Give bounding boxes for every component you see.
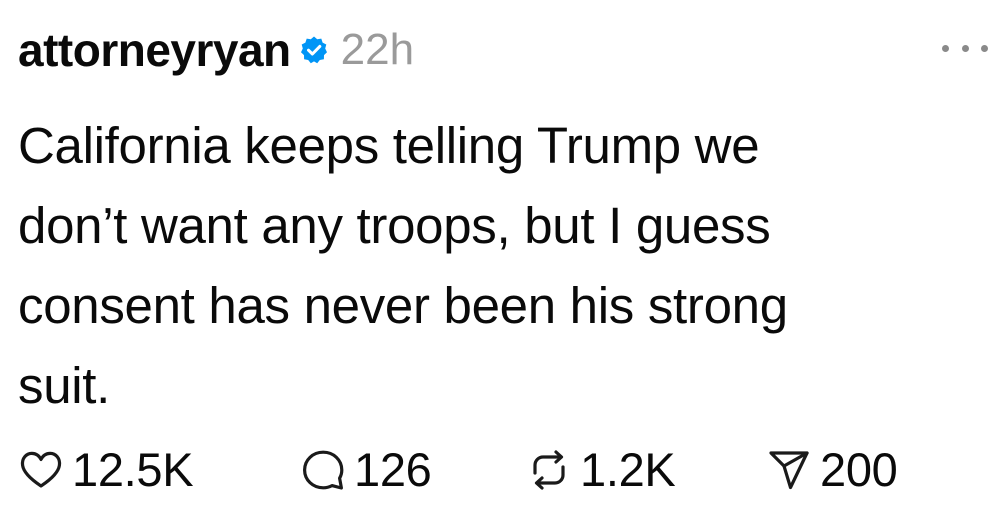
comment-icon [300, 447, 346, 493]
send-icon [766, 447, 812, 493]
more-options-button[interactable] [942, 36, 988, 60]
repost-button[interactable]: 1.2K [526, 438, 676, 502]
reply-button[interactable]: 126 [300, 438, 432, 502]
share-button[interactable]: 200 [766, 438, 898, 502]
repost-count: 1.2K [580, 443, 676, 496]
username[interactable]: attorneyryan [18, 22, 291, 78]
post-text-line: California keeps telling Trump we [18, 117, 760, 174]
like-button[interactable]: 12.5K [18, 438, 194, 502]
post-actions-bar: 12.5K 126 1.2K 200 [18, 438, 978, 502]
post-text-line: don’t want any troops, but I guess [18, 197, 771, 254]
more-horizontal-icon [942, 44, 949, 52]
post-card: attorneyryan 22h California keeps tellin… [0, 0, 1000, 524]
repost-icon [526, 447, 572, 493]
post-timestamp: 22h [340, 25, 415, 74]
verified-badge-icon [299, 35, 329, 65]
like-count: 12.5K [72, 443, 194, 496]
post-text-line: suit. [18, 357, 111, 414]
reply-count: 126 [354, 443, 432, 496]
share-count: 200 [820, 443, 898, 496]
post-text: California keeps telling Trump we don’t … [18, 106, 990, 426]
post-text-line: consent has never been his strong [18, 277, 788, 334]
heart-icon [18, 447, 64, 493]
post-header: attorneyryan 22h [18, 22, 414, 78]
